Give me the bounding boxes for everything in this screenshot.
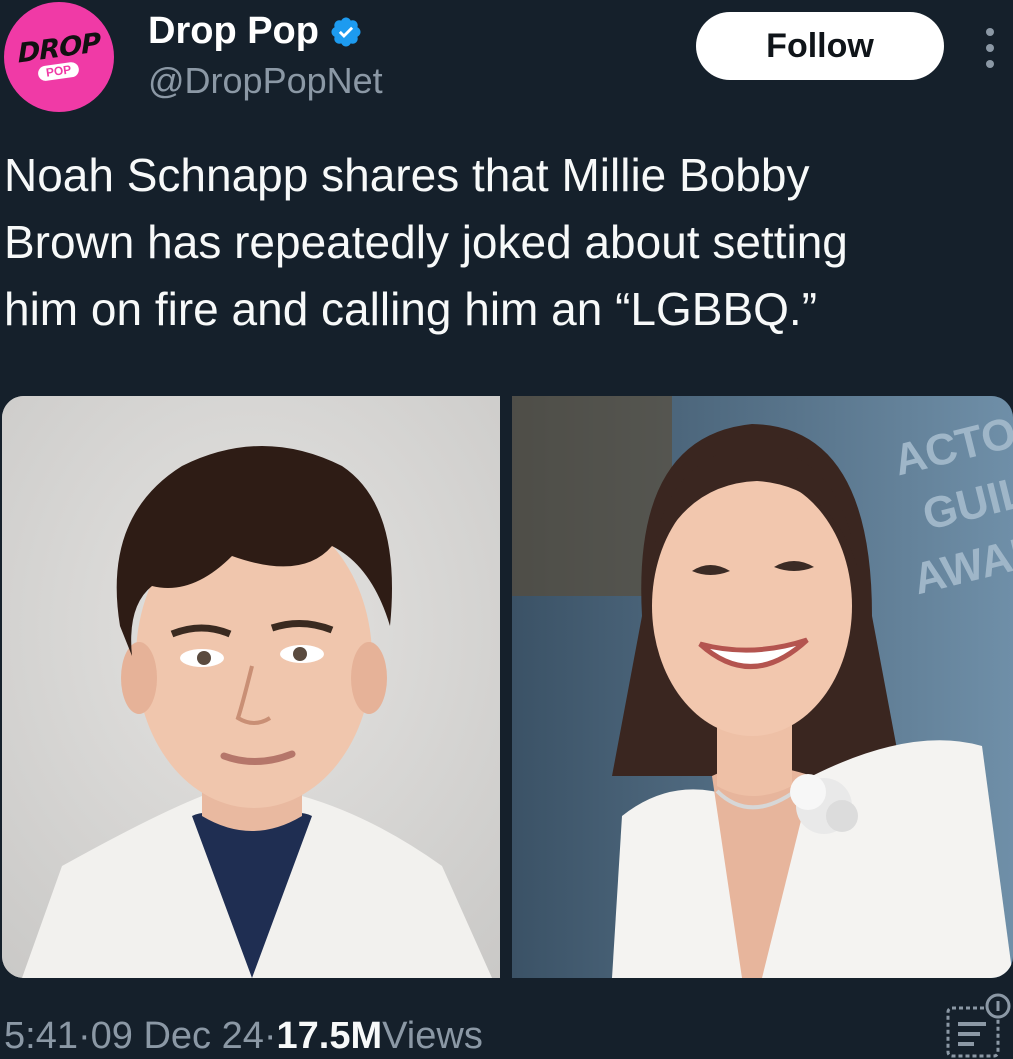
- follow-button[interactable]: Follow: [696, 12, 944, 80]
- analytics-icon[interactable]: [946, 992, 1012, 1058]
- name-row: Drop Pop: [148, 10, 363, 53]
- tweet-text-line: him on fire and calling him an “LGBBQ.”: [4, 283, 818, 335]
- avatar-logo-text: DROP: [17, 27, 101, 70]
- avatar[interactable]: DROP POP: [4, 2, 114, 112]
- more-dot: [986, 44, 994, 52]
- tweet-meta: 5:41 · 09 Dec 24 · 17.5M Views: [4, 1015, 483, 1058]
- more-dot: [986, 60, 994, 68]
- tweet-text: Noah Schnapp shares that Millie Bobby Br…: [4, 142, 1004, 343]
- tweet-time[interactable]: 5:41: [4, 1015, 78, 1058]
- more-dot: [986, 28, 994, 36]
- tweet-text-line: Brown has repeatedly joked about setting: [4, 216, 848, 268]
- views-label: Views: [382, 1015, 483, 1057]
- verified-badge-icon: [331, 16, 361, 47]
- photo-millie-bobby-brown[interactable]: ACTO GUILD AWARDS: [512, 396, 1013, 978]
- meta-separator: ·: [77, 1015, 91, 1057]
- views-count: 17.5M: [276, 1015, 383, 1057]
- meta-separator: ·: [263, 1015, 277, 1057]
- tweet-text-line: Noah Schnapp shares that Millie Bobby: [4, 149, 810, 201]
- display-name[interactable]: Drop Pop: [148, 10, 319, 53]
- account-handle[interactable]: @DropPopNet: [148, 60, 383, 102]
- photo-noah-schnapp[interactable]: [2, 396, 500, 978]
- tweet-media[interactable]: ACTO GUILD AWARDS: [2, 396, 1013, 978]
- tweet-date[interactable]: 09 Dec 24: [91, 1015, 264, 1058]
- portrait-illustration-right: ACTO GUILD AWARDS: [512, 396, 1013, 978]
- portrait-illustration-left: [2, 396, 500, 978]
- more-vertical-icon[interactable]: [978, 28, 1002, 68]
